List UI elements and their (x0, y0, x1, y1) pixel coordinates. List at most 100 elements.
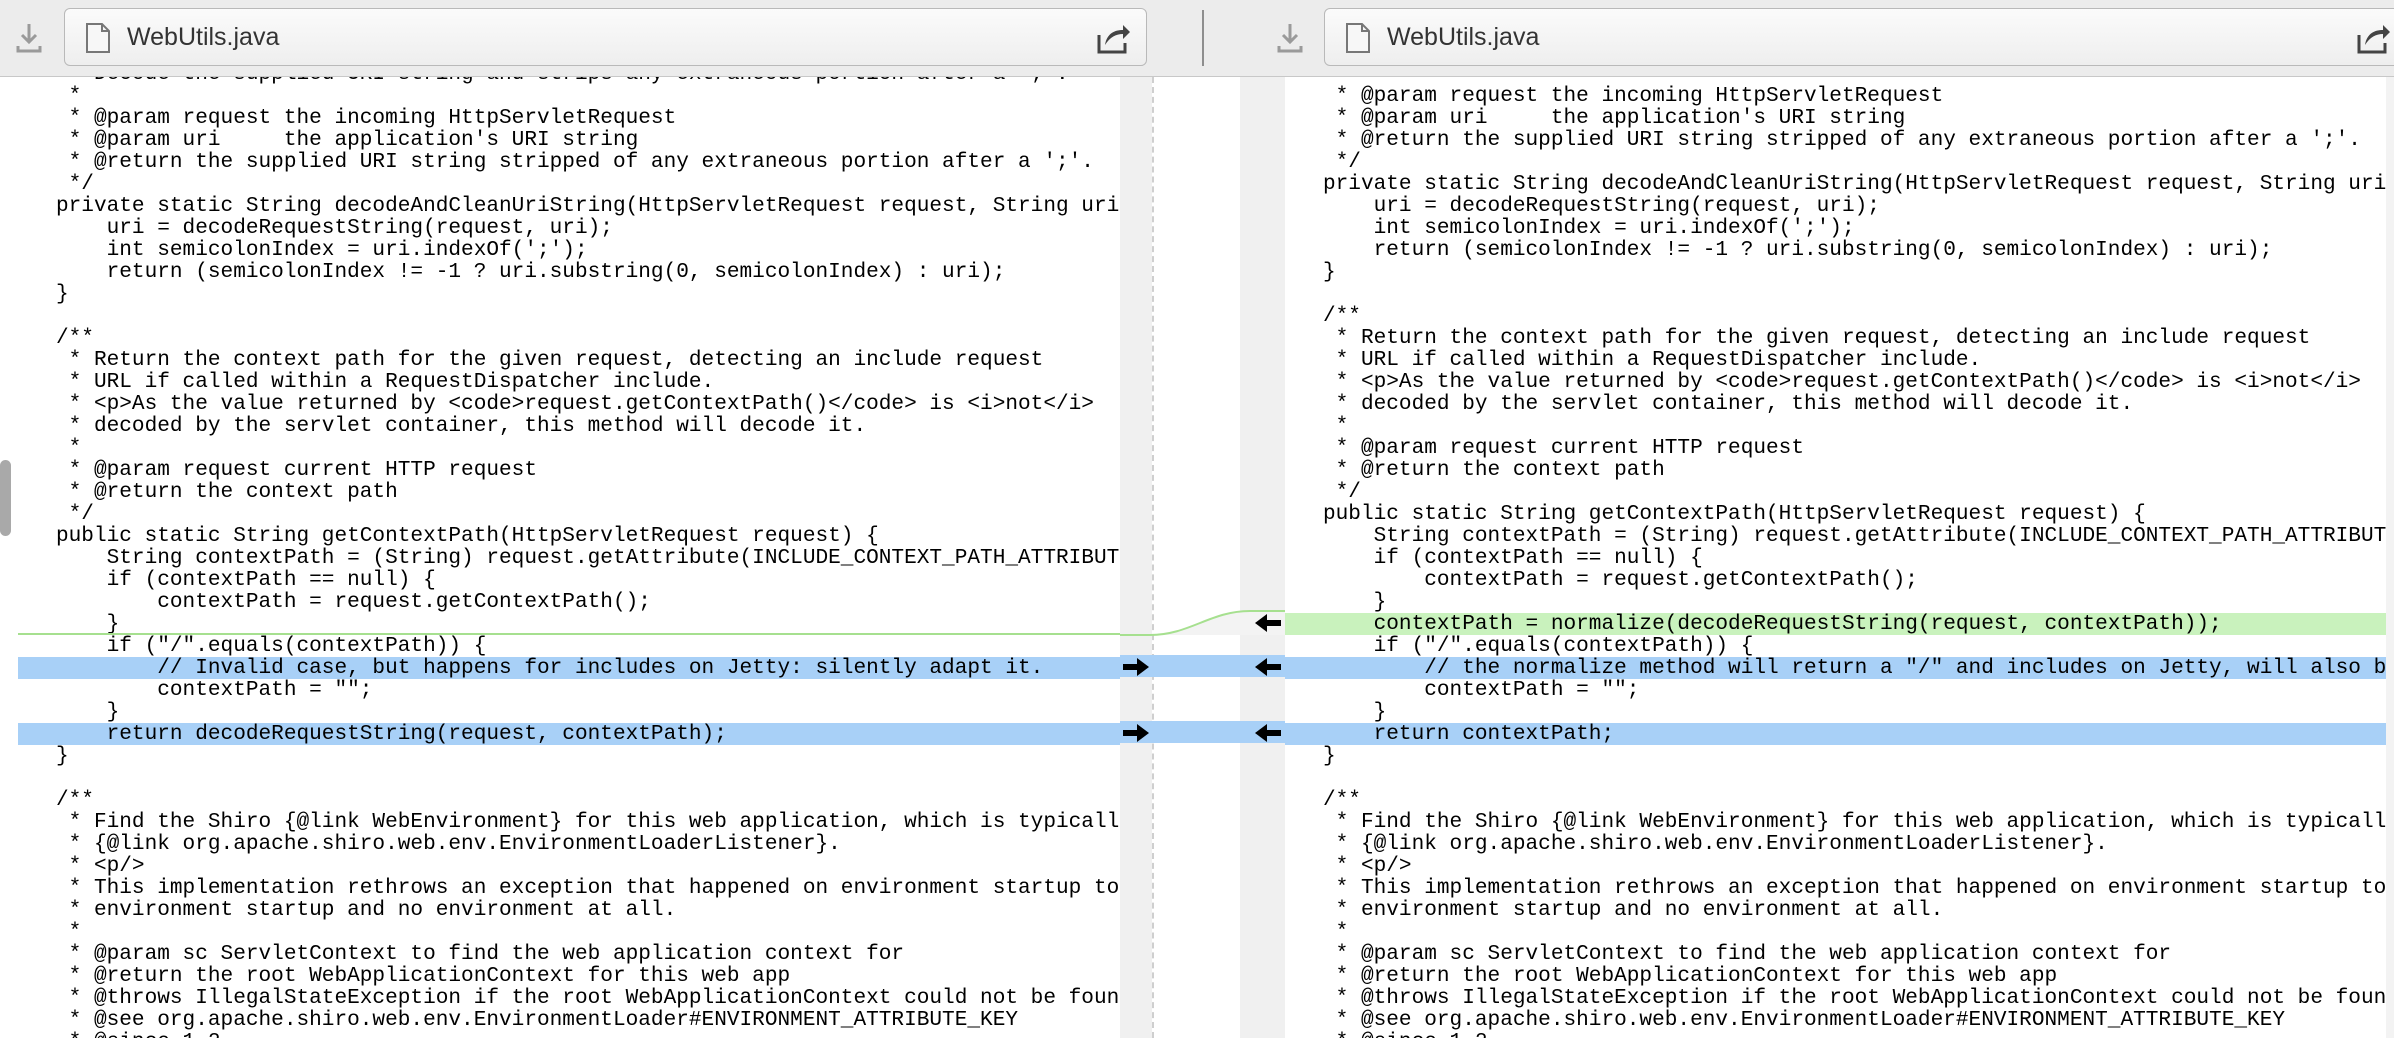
code-line: * (1285, 414, 1349, 438)
code-line: * Decode the supplied URI string and str… (18, 77, 1120, 85)
code-line: * @param request current HTTP request (18, 458, 537, 482)
code-line: /** (18, 326, 94, 350)
open-in-editor-icon[interactable] (2355, 21, 2391, 55)
left-code-pane[interactable]: * Decode the supplied URI string and str… (18, 77, 1120, 1038)
code-line: String contextPath = (String) request.ge… (1285, 524, 2388, 548)
left-file-name: WebUtils.java (127, 23, 280, 51)
code-line: // the normalize method will return a "/… (1285, 657, 2388, 679)
code-line: if ("/".equals(contextPath)) { (18, 634, 487, 658)
code-line: * @throws IllegalStateException if the r… (18, 986, 1120, 1010)
code-line: * Find the Shiro {@link WebEnvironment} … (1335, 810, 2388, 834)
code-line: } (1285, 260, 1336, 284)
code-line: * This implementation rethrows an except… (68, 876, 1120, 900)
pane-separator (1202, 10, 1204, 66)
code-line: * decoded by the servlet container, this… (18, 414, 867, 438)
code-line: * @param request current HTTP request (1285, 436, 1804, 460)
code-line: * (1285, 920, 1349, 944)
code-line: return decodeRequestString(request, cont… (18, 723, 1120, 745)
code-line: */ (1285, 150, 1361, 174)
code-line: * Find the Shiro {@link WebEnvironment} … (68, 810, 1120, 834)
arrow-left-icon[interactable] (1253, 657, 1283, 677)
download-icon[interactable] (13, 20, 45, 56)
left-gutter (1120, 77, 1152, 1038)
code-line: * This implementation rethrows an except… (1335, 876, 2387, 900)
code-line: * @param sc ServletContext to find the w… (18, 942, 905, 966)
code-line: * URL if called within a RequestDispatch… (1285, 348, 1982, 372)
code-line: * @param uri the application's URI strin… (1285, 106, 1906, 130)
code-line: * @since 1.2 (1285, 1031, 2388, 1038)
code-line: } (18, 700, 120, 724)
code-line: contextPath = ""; (18, 678, 373, 702)
toolbar: WebUtils.java WebUtils.java (0, 0, 2394, 77)
code-line: * <p>As the value returned by <code>requ… (1285, 370, 2361, 394)
code-line: * <p/> (18, 854, 145, 878)
code-line: private static String decodeAndCleanUriS… (18, 194, 1120, 218)
left-file-tab[interactable]: WebUtils.java (64, 8, 1147, 66)
arrow-left-icon[interactable] (1253, 613, 1283, 633)
code-line: * <p>As the value returned by <code>requ… (18, 392, 1094, 416)
code-line: * @since 1.2 (18, 1031, 1120, 1038)
code-line: contextPath = normalize(decodeRequestStr… (1285, 613, 2388, 635)
left-scrollbar[interactable] (0, 460, 11, 536)
code-line: * @param request the incoming HttpServle… (18, 106, 677, 130)
code-line: * environment startup and no environment… (1285, 898, 1944, 922)
right-code-pane[interactable]: * @param request the incoming HttpServle… (1285, 77, 2388, 1038)
code-line: int semicolonIndex = uri.indexOf(';'); (18, 238, 588, 262)
document-icon (1345, 23, 1371, 53)
code-line: } (18, 282, 69, 306)
code-line: public static String getContextPath(Http… (1285, 502, 2146, 526)
code-line: * environment startup and no environment… (18, 898, 677, 922)
code-line: } (18, 744, 69, 768)
arrow-right-icon[interactable] (1121, 657, 1151, 677)
code-line: return (semicolonIndex != -1 ? uri.subst… (18, 260, 1006, 284)
right-file-tab[interactable]: WebUtils.java (1324, 8, 2394, 66)
open-in-editor-icon[interactable] (1095, 21, 1131, 55)
code-line: return (semicolonIndex != -1 ? uri.subst… (1285, 238, 2273, 262)
code-line: * (18, 84, 82, 108)
right-scrollbar[interactable] (2386, 77, 2394, 1038)
code-line: public static String getContextPath(Http… (18, 524, 879, 548)
code-line: if ("/".equals(contextPath)) { (1285, 634, 1754, 658)
code-line: contextPath = request.getContextPath(); (18, 590, 651, 614)
code-line: private static String decodeAndCleanUriS… (1285, 172, 2388, 196)
code-line: */ (18, 502, 94, 526)
code-line: } (18, 612, 120, 636)
code-line: * {@link org.apache.shiro.web.env.Enviro… (1285, 832, 2108, 856)
code-line: */ (18, 172, 94, 196)
code-line: * @return the root WebApplicationContext… (1285, 964, 2058, 988)
code-line: * @param request the incoming HttpServle… (1285, 84, 1944, 108)
insertion-marker (18, 633, 1120, 635)
code-line: * (18, 920, 82, 944)
code-line: } (1285, 700, 1387, 724)
download-icon[interactable] (1274, 20, 1306, 56)
code-line: * @param uri the application's URI strin… (18, 128, 639, 152)
code-line: * @throws IllegalStateException if the r… (1285, 986, 2388, 1010)
code-line: * @param sc ServletContext to find the w… (1285, 942, 2172, 966)
code-line: * @return the context path (1285, 458, 1665, 482)
code-line: * @return the supplied URI string stripp… (1285, 128, 2361, 152)
code-line: contextPath = request.getContextPath(); (1285, 568, 1918, 592)
code-line: /** (1285, 788, 1361, 812)
right-gutter (1240, 77, 1285, 1038)
code-line: return contextPath; (1285, 723, 2388, 745)
code-line: String contextPath = (String) request.ge… (18, 546, 1120, 570)
code-line: /** (18, 788, 94, 812)
code-line: /** (1285, 304, 1361, 328)
center-divider (1152, 77, 1154, 1038)
arrow-right-icon[interactable] (1121, 723, 1151, 743)
code-line: * (18, 436, 82, 460)
code-line: uri = decodeRequestString(request, uri); (18, 216, 613, 240)
code-line: * @see org.apache.shiro.web.env.Environm… (18, 1008, 1019, 1032)
code-line: contextPath = ""; (1285, 678, 1640, 702)
code-line: * @return the root WebApplicationContext… (18, 964, 791, 988)
code-line: if (contextPath == null) { (18, 568, 436, 592)
code-line: } (1285, 744, 1336, 768)
code-line: * Return the context path for the given … (1285, 326, 2311, 350)
code-line: int semicolonIndex = uri.indexOf(';'); (1285, 216, 1855, 240)
code-line: * @return the supplied URI string stripp… (18, 150, 1094, 174)
code-line: * {@link org.apache.shiro.web.env.Enviro… (18, 832, 841, 856)
arrow-left-icon[interactable] (1253, 723, 1283, 743)
